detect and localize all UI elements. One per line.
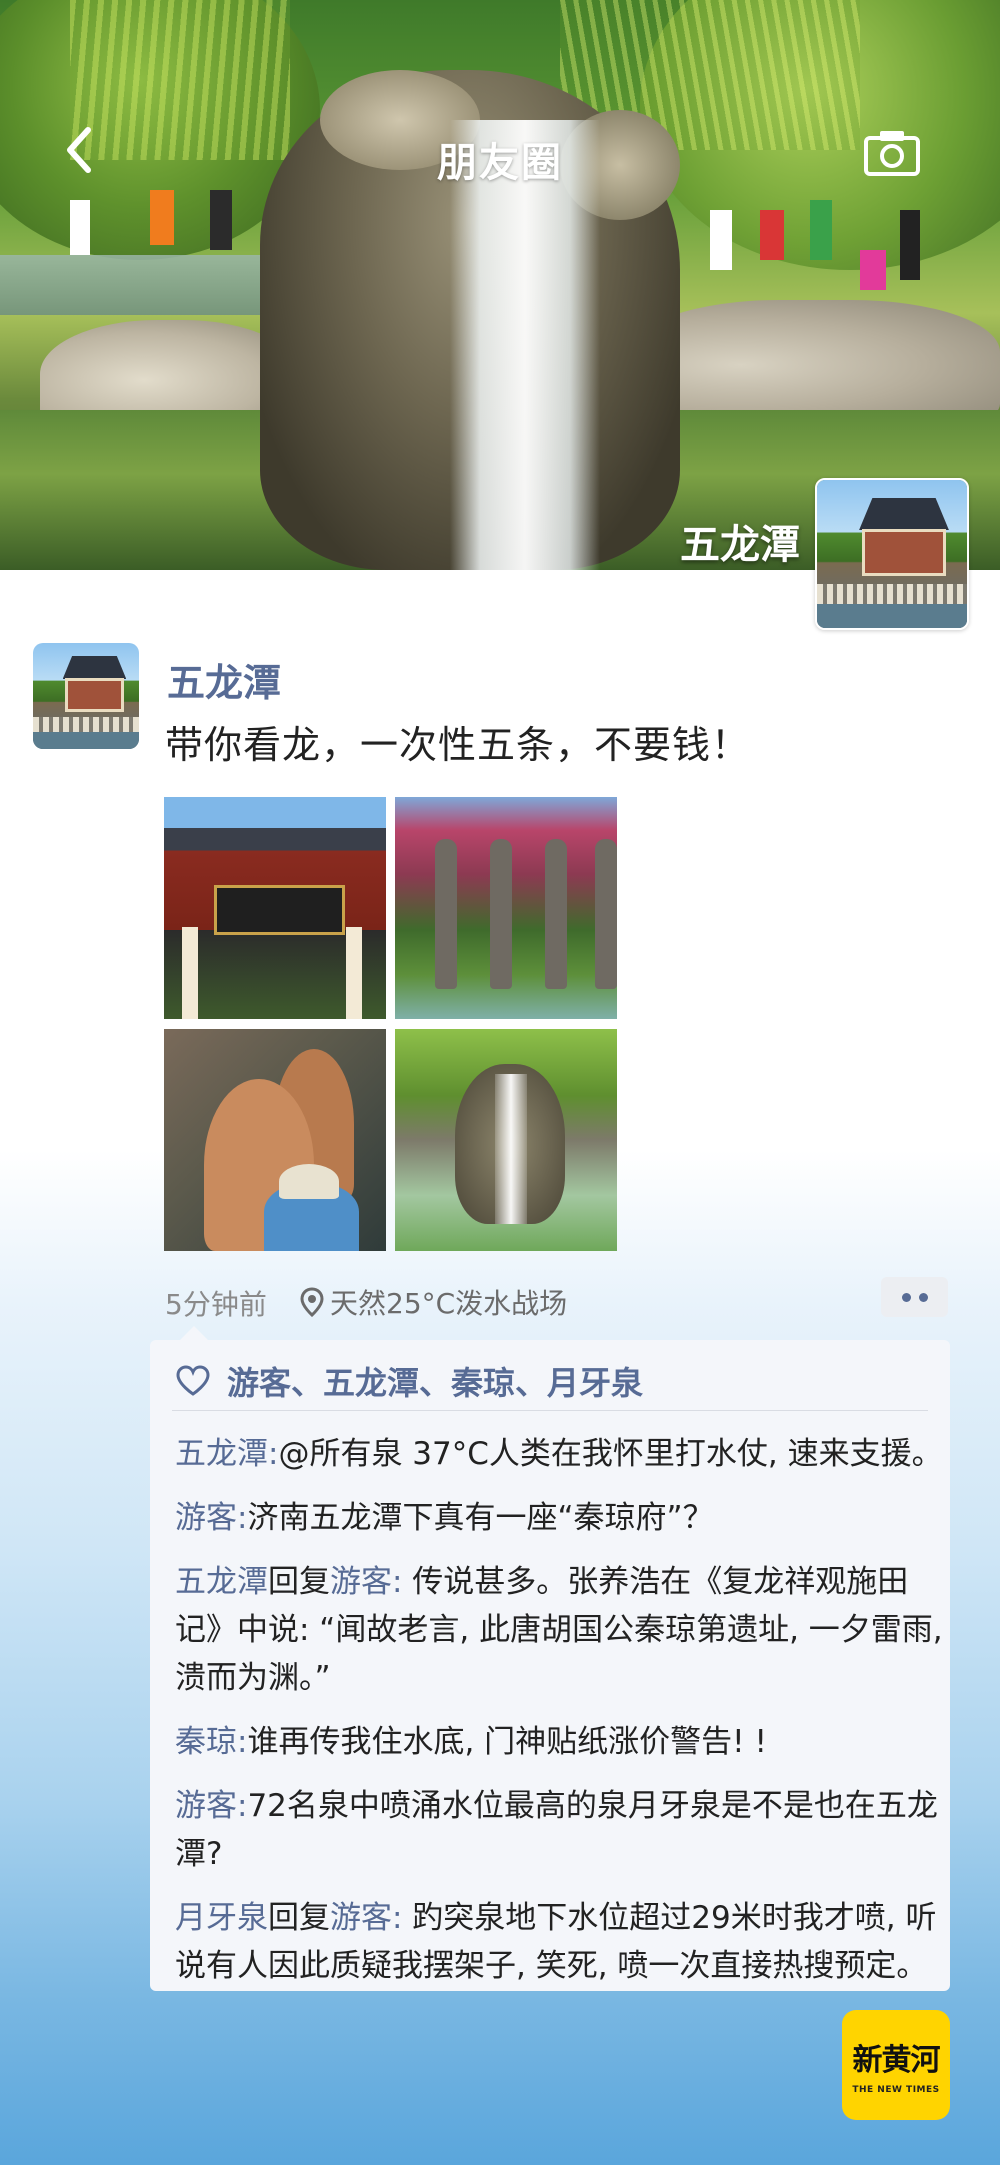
post-time: 5分钟前 [165, 1288, 267, 1321]
post-photo-waterfall[interactable] [395, 1029, 617, 1251]
comment-author[interactable]: 游客 [175, 1500, 237, 1536]
comment-separator: : [237, 1724, 248, 1760]
comment-separator: : [237, 1788, 248, 1824]
post-author-name[interactable]: 五龙潭 [167, 652, 281, 707]
comment-author[interactable]: 五龙潭 [175, 1564, 268, 1600]
comment-item[interactable]: 游客:72名泉中喷涌水位最高的泉月牙泉是不是也在五龙潭? [175, 1782, 945, 1878]
comment-item[interactable]: 游客:济南五龙潭下真有一座“秦琼府”？ [175, 1494, 945, 1542]
comment-list: 五龙潭:@所有泉 37°C人类在我怀里打水仗, 速来支援。 游客:济南五龙潭下真有… [175, 1430, 945, 2006]
comment-author[interactable]: 五龙潭 [175, 1436, 268, 1472]
avatar-image [33, 643, 139, 749]
likes-row: 游客、五龙潭、秦琼、月牙泉 [175, 1358, 643, 1404]
avatar-image [817, 480, 967, 628]
post-photo-kids-water-fight[interactable] [164, 1029, 386, 1251]
comment-author[interactable]: 月牙泉 [175, 1900, 268, 1936]
camera-button[interactable] [862, 128, 922, 178]
comment-author[interactable]: 秦琼 [175, 1724, 237, 1760]
comment-item[interactable]: 五龙潭回复游客: 传说甚多。张养浩在《复龙祥观施田记》中说: “闻故老言, 此唐… [175, 1558, 945, 1702]
comment-text: 72名泉中喷涌水位最高的泉月牙泉是不是也在五龙潭? [175, 1788, 938, 1872]
comment-separator: : [392, 1900, 403, 1936]
comment-text: 济南五龙潭下真有一座“秦琼府”？ [247, 1500, 714, 1536]
post-text: 带你看龙，一次性五条，不要钱！ [165, 723, 751, 767]
cover-people [60, 180, 280, 270]
post-photo-gate[interactable] [164, 797, 386, 1019]
comment-item[interactable]: 秦琼:谁再传我住水底, 门神贴纸涨价警告! ! [175, 1718, 945, 1766]
post-avatar[interactable] [33, 643, 139, 749]
comment-item[interactable]: 五龙潭:@所有泉 37°C人类在我怀里打水仗, 速来支援。 [175, 1430, 945, 1478]
comment-separator: : [237, 1500, 248, 1536]
comment-item[interactable]: 月牙泉回复游客: 趵突泉地下水位超过29米时我才喷, 听说有人因此质疑我摆架子,… [175, 1894, 945, 1990]
post-photo-dragon-fountains[interactable] [395, 797, 617, 1019]
cover-user-name: 五龙潭 [680, 522, 800, 568]
divider [172, 1410, 928, 1411]
page-title: 朋友圈 [437, 140, 563, 186]
post-location[interactable]: 天然25°C泼水战场 [300, 1282, 567, 1322]
heart-icon [176, 1365, 210, 1396]
reply-target[interactable]: 游客 [330, 1900, 392, 1936]
comment-separator: : [268, 1436, 279, 1472]
reply-word: 回复 [268, 1564, 330, 1600]
cover-people [700, 170, 940, 310]
location-label: 天然25°C泼水战场 [330, 1287, 568, 1320]
brand-logo: 新黄河 THE NEW TIMES [842, 2010, 950, 2120]
comment-separator: : [392, 1564, 403, 1600]
cover-avatar[interactable] [815, 478, 969, 630]
likes-names[interactable]: 游客、五龙潭、秦琼、月牙泉 [227, 1358, 643, 1404]
location-pin-icon [300, 1287, 324, 1317]
comment-author[interactable]: 游客 [175, 1788, 237, 1824]
reply-word: 回复 [268, 1900, 330, 1936]
camera-icon [864, 131, 920, 176]
logo-mark: 新黄河 [852, 2043, 941, 2078]
logo-subtitle: THE NEW TIMES [852, 2085, 940, 2095]
comment-text: @所有泉 37°C人类在我怀里打水仗, 速来支援。 [278, 1436, 943, 1472]
interaction-panel: 游客、五龙潭、秦琼、月牙泉 五龙潭:@所有泉 37°C人类在我怀里打水仗, 速来… [150, 1326, 950, 1991]
comment-text: 谁再传我住水底, 门神贴纸涨价警告! ! [247, 1724, 767, 1760]
reply-target[interactable]: 游客 [330, 1564, 392, 1600]
more-dots-icon[interactable] [881, 1277, 948, 1317]
